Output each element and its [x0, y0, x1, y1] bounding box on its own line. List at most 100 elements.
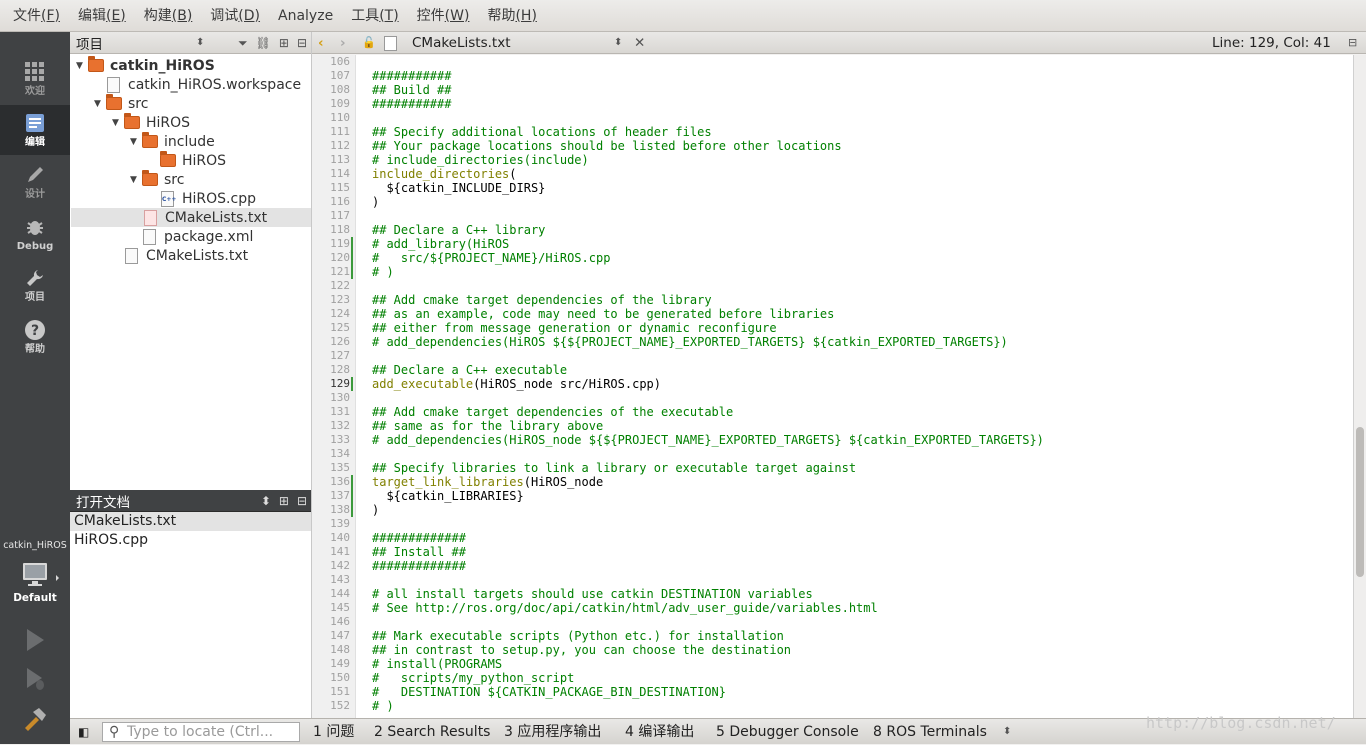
menu-help[interactable]: 帮助(H) [478, 0, 545, 32]
code-text: ## Add cmake target dependencies of the … [372, 405, 734, 419]
pane-select-chevron-icon[interactable]: ⬍ [196, 37, 204, 48]
tree-item[interactable]: ▼ include [70, 132, 215, 151]
pencil-icon [23, 163, 47, 187]
code-text: ## Install ## [372, 545, 466, 559]
mode-debug[interactable]: Debug [0, 209, 70, 259]
code-line: 128 ## Declare a C++ executable [312, 363, 1353, 377]
tree-item[interactable]: CMakeLists.txt [71, 208, 311, 227]
mode-help[interactable]: ? 帮助 [0, 312, 70, 362]
code-editor[interactable]: 106 107 ########### 108 ## Build ## 109 ######… [312, 55, 1353, 718]
tree-item[interactable]: ▼ src [70, 170, 184, 189]
tree-item[interactable]: ▼ HiROS [70, 113, 190, 132]
debug-run-button[interactable] [22, 666, 48, 692]
code-text: # add_dependencies(HiROS_node ${${PROJEC… [372, 433, 1044, 447]
code-line: 136 target_link_libraries(HiROS_node [312, 475, 1353, 489]
menu-bar: 文件(F) 编辑(E) 构建(B) 调试(D) Analyze 工具(T) 控件… [0, 0, 1366, 32]
locator-input[interactable]: ⚲ Type to locate (Ctrl... [102, 722, 300, 742]
document-dropdown-icon[interactable]: ⬍ [614, 32, 622, 54]
line-number: 125 [330, 321, 350, 334]
menu-debug[interactable]: 调试(D) [201, 0, 269, 32]
line-number: 122 [330, 279, 350, 292]
tree-item-label: HiROS.cpp [182, 190, 256, 207]
mode-projects[interactable]: 项目 [0, 260, 70, 310]
mode-edit[interactable]: 编辑 [0, 105, 70, 155]
expand-arrow-icon[interactable]: ▼ [130, 175, 142, 185]
split-icon[interactable]: ⊞ [279, 494, 289, 508]
tab-ros-terminals[interactable]: 8 ROS Terminals [873, 719, 987, 745]
code-line: 137 ${catkin_LIBRARIES} [312, 489, 1353, 503]
tree-item[interactable]: ▼ catkin_HiROS [70, 56, 215, 75]
tab-application-output[interactable]: 3 应用程序输出 [504, 719, 601, 745]
link-icon[interactable]: ⛓ [256, 36, 271, 50]
code-line: 150 # scripts/my_python_script [312, 671, 1353, 685]
cmake-file-icon [144, 209, 157, 226]
line-number: 148 [330, 643, 350, 656]
tab-debugger-console[interactable]: 5 Debugger Console [716, 719, 859, 745]
expand-arrow-icon[interactable]: ▼ [112, 118, 124, 128]
code-line: 130 [312, 391, 1353, 405]
expand-arrow-icon[interactable]: ▼ [76, 61, 88, 71]
tree-item[interactable]: catkin_HiROS.workspace [70, 75, 301, 94]
run-button[interactable] [22, 627, 48, 653]
code-line: 134 [312, 447, 1353, 461]
cursor-position: Line: 129, Col: 41 [1212, 35, 1331, 51]
close-pane-icon[interactable]: ⊟ [297, 36, 307, 50]
code-text: ########### [372, 97, 452, 111]
mode-welcome[interactable]: 欢迎 [0, 54, 70, 104]
close-pane-icon[interactable]: ⊟ [297, 494, 307, 508]
menu-build[interactable]: 构建(B) [135, 0, 202, 32]
menu-edit[interactable]: 编辑(E) [69, 0, 135, 32]
editor-scrollbar[interactable] [1353, 55, 1366, 718]
code-text: # install(PROGRAMS [372, 657, 503, 671]
editor-filename[interactable]: CMakeLists.txt [412, 32, 511, 54]
tab-search-results[interactable]: 2 Search Results [374, 719, 490, 745]
code-text: ## same as for the library above [372, 419, 604, 433]
code-text: # See http://ros.org/doc/api/catkin/html… [372, 601, 878, 615]
open-documents-title: 打开文档 [76, 494, 130, 511]
tree-item[interactable]: package.xml [70, 227, 253, 246]
build-button[interactable] [22, 706, 48, 732]
expand-arrow-icon[interactable]: ▼ [130, 137, 142, 147]
open-document-item[interactable]: CMakeLists.txt [70, 512, 311, 531]
code-line: 151 # DESTINATION ${CATKIN_PACKAGE_BIN_DE… [312, 685, 1353, 699]
open-document-item[interactable]: HiROS.cpp [70, 531, 311, 550]
split-icon[interactable]: ⊞ [279, 36, 289, 50]
code-text: # add_dependencies(HiROS ${${PROJECT_NAM… [372, 335, 1008, 349]
filter-icon[interactable]: ⏷ [238, 36, 248, 51]
line-number: 130 [330, 391, 350, 404]
code-text: ) [372, 503, 380, 517]
mode-design[interactable]: 设计 [0, 157, 70, 207]
tab-compile-output[interactable]: 4 编译输出 [625, 719, 694, 745]
line-number: 118 [330, 223, 350, 236]
project-pane-header: 项目 ⬍ ⏷ ⛓ ⊞ ⊟ [70, 32, 311, 54]
tree-item[interactable]: HiROS [70, 151, 226, 170]
project-tree: ▼ catkin_HiROS catkin_HiROS.workspace ▼ src ▼… [70, 54, 311, 490]
expand-arrow-icon[interactable]: ▼ [94, 99, 106, 109]
tab-issues[interactable]: 1 问题 [313, 719, 354, 745]
split-editor-icon[interactable]: ⊟ [1348, 32, 1357, 54]
scrollbar-thumb[interactable] [1356, 427, 1364, 577]
line-number: 124 [330, 307, 350, 320]
menu-file[interactable]: 文件(F) [4, 0, 69, 32]
more-tabs-icon[interactable]: ⬍ [1003, 719, 1011, 745]
line-number: 112 [330, 139, 350, 152]
close-document-icon[interactable]: ✕ [634, 32, 645, 54]
kit-selector[interactable] [20, 561, 60, 595]
chevron-updown-icon[interactable]: ⬍ [261, 494, 271, 508]
tree-item[interactable]: C++ HiROS.cpp [70, 189, 256, 208]
line-number: 123 [330, 293, 350, 306]
tree-item[interactable]: ▼ src [70, 94, 148, 113]
code-text: # add_library(HiROS [372, 237, 510, 251]
code-line: 149 # install(PROGRAMS [312, 657, 1353, 671]
line-number: 117 [330, 209, 350, 222]
line-number: 119 [330, 237, 350, 250]
tree-item[interactable]: CMakeLists.txt [70, 246, 248, 265]
toggle-sidebar-icon[interactable]: ◧ [78, 719, 89, 745]
change-marker [351, 489, 353, 503]
forward-arrow-icon[interactable]: › [340, 32, 346, 54]
menu-tools[interactable]: 工具(T) [342, 0, 407, 32]
back-arrow-icon[interactable]: ‹ [318, 32, 324, 54]
menu-analyze[interactable]: Analyze [269, 0, 342, 32]
project-pane-title: 项目 [76, 36, 103, 53]
menu-widgets[interactable]: 控件(W) [408, 0, 479, 32]
